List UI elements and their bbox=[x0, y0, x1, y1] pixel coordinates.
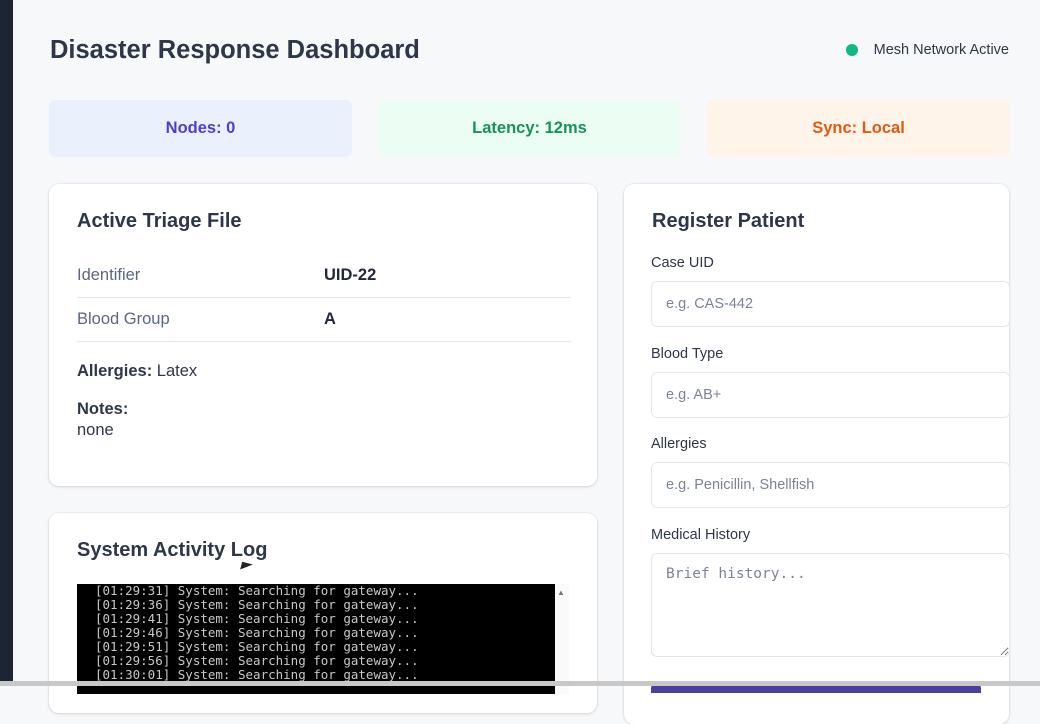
nodes-stat: Nodes: 0 bbox=[49, 100, 352, 157]
medical-history-label: Medical History bbox=[651, 527, 751, 543]
blood-group-row: Blood Group A bbox=[77, 298, 571, 342]
log-line: [01:29:41] System: Searching for gateway… bbox=[95, 611, 419, 626]
stats-row: Nodes: 0 Latency: 12ms Sync: Local bbox=[49, 100, 1010, 157]
network-status-label: Mesh Network Active bbox=[873, 42, 1009, 58]
log-terminal[interactable]: [01:29:31] System: Searching for gateway… bbox=[77, 584, 555, 694]
register-patient-card: Register Patient Case UID Blood Type All… bbox=[624, 184, 1010, 724]
register-title: Register Patient bbox=[652, 210, 805, 232]
triage-card: Active Triage File Identifier UID-22 Blo… bbox=[49, 184, 597, 486]
triage-title: Active Triage File bbox=[77, 210, 242, 232]
medical-history-textarea[interactable] bbox=[651, 553, 1010, 657]
blood-type-input[interactable] bbox=[651, 372, 1010, 418]
blood-group-value: A bbox=[324, 310, 336, 328]
log-scrollbar[interactable]: ▲ bbox=[555, 584, 569, 694]
identifier-value: UID-22 bbox=[324, 266, 377, 284]
log-line: [01:29:56] System: Searching for gateway… bbox=[95, 653, 419, 668]
blood-type-label: Blood Type bbox=[651, 346, 724, 362]
status-dot-icon bbox=[845, 44, 858, 56]
activity-log-title: System Activity Log bbox=[77, 539, 268, 561]
sync-stat: Sync: Local bbox=[707, 100, 1010, 157]
blood-group-label: Blood Group bbox=[77, 310, 170, 328]
log-line: [01:29:51] System: Searching for gateway… bbox=[95, 639, 419, 654]
identifier-row: Identifier UID-22 bbox=[77, 254, 571, 298]
latency-stat: Latency: 12ms bbox=[378, 100, 681, 157]
allergies-input[interactable] bbox=[651, 462, 1010, 508]
allergies-line: Allergies: Latex bbox=[77, 362, 197, 381]
case-uid-label: Case UID bbox=[651, 255, 714, 271]
dashboard-page: Disaster Response Dashboard Mesh Network… bbox=[13, 0, 1040, 724]
horizontal-scrollbar[interactable] bbox=[0, 681, 1040, 686]
allergies-label: Allergies: bbox=[77, 362, 153, 380]
log-line: [01:29:36] System: Searching for gateway… bbox=[95, 597, 419, 612]
allergies-value: Latex bbox=[156, 362, 198, 380]
identifier-label: Identifier bbox=[77, 266, 141, 284]
case-uid-input[interactable] bbox=[651, 281, 1010, 327]
header: Disaster Response Dashboard Mesh Network… bbox=[50, 32, 1009, 68]
log-line: [01:30:01] System: Searching for gateway… bbox=[95, 667, 419, 682]
notes-value: none bbox=[77, 421, 114, 439]
log-line: [01:29:31] System: Searching for gateway… bbox=[95, 584, 419, 598]
page-title: Disaster Response Dashboard bbox=[50, 35, 420, 64]
app-side-rail bbox=[0, 0, 13, 686]
allergies-field-label: Allergies bbox=[651, 436, 707, 452]
network-status: Mesh Network Active bbox=[845, 42, 1009, 58]
scroll-up-icon[interactable]: ▲ bbox=[557, 588, 565, 597]
log-line: [01:29:46] System: Searching for gateway… bbox=[95, 625, 419, 640]
notes-label: Notes: bbox=[77, 400, 129, 418]
